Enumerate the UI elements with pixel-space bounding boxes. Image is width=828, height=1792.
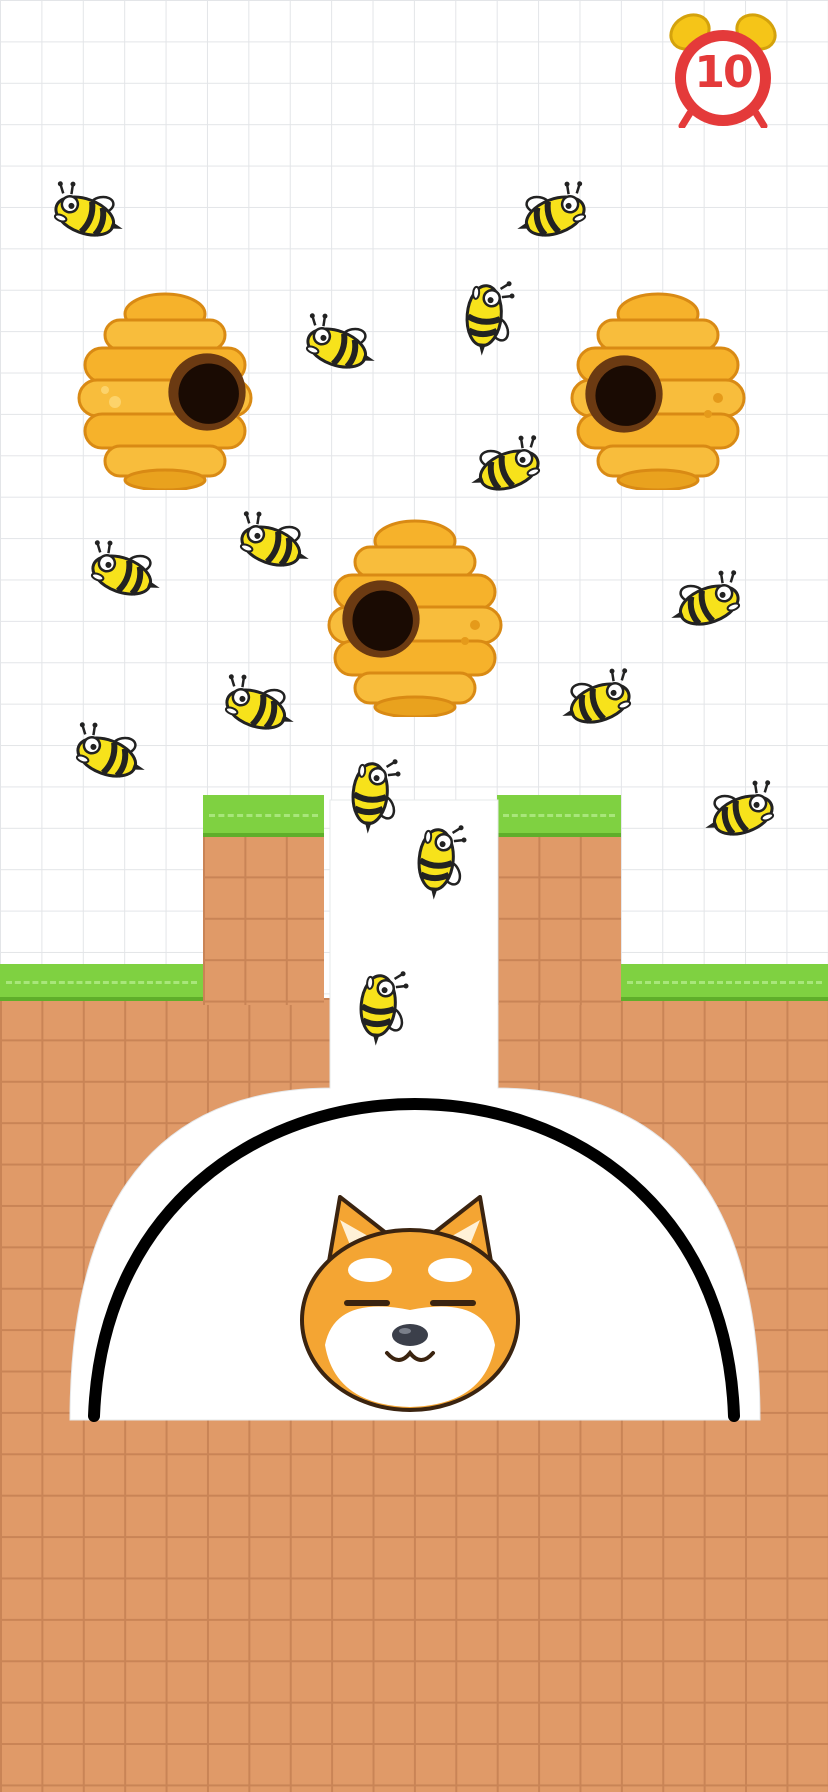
bee — [455, 276, 522, 361]
shiba-dog — [300, 1195, 520, 1412]
bee — [407, 820, 474, 905]
hive-left — [75, 290, 255, 490]
bee — [341, 754, 408, 839]
game-stage[interactable]: 10 — [0, 0, 828, 1792]
bee — [349, 966, 416, 1051]
hive-center — [325, 517, 505, 717]
countdown-timer: 10 — [668, 8, 778, 128]
hive-right — [568, 290, 748, 490]
timer-value: 10 — [694, 46, 753, 98]
